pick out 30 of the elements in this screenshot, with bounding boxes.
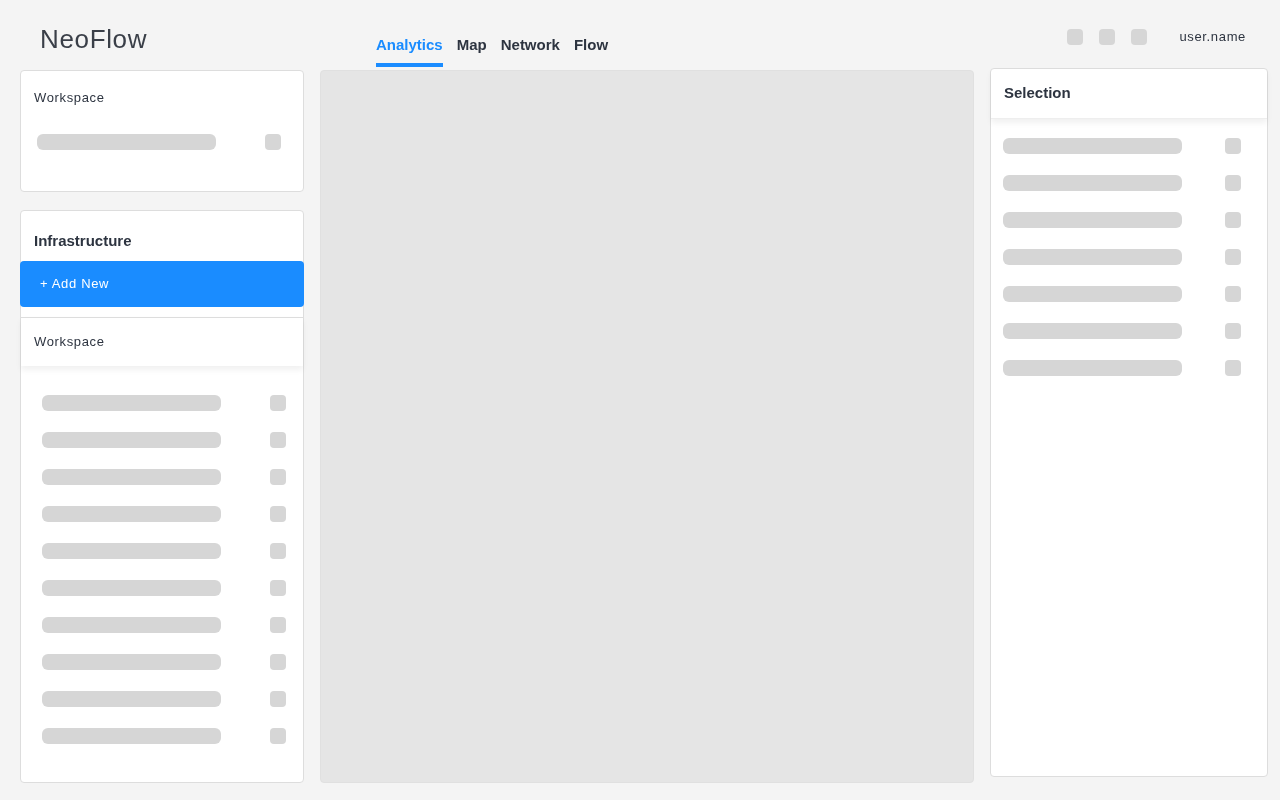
placeholder-square [270, 653, 286, 670]
app-logo: NeoFlow [40, 23, 149, 56]
placeholder-square [270, 468, 286, 485]
nav-tab[interactable]: Flow [573, 34, 609, 67]
placeholder-square [270, 431, 286, 448]
placeholder-square [1225, 249, 1241, 265]
nav-tab[interactable]: Network [500, 34, 560, 67]
card-title: Infrastructure [33, 231, 133, 251]
toolbar-icon[interactable] [1131, 28, 1148, 45]
placeholder-square [1225, 323, 1241, 339]
placeholder-square [1225, 175, 1241, 191]
placeholder-square [1225, 360, 1241, 376]
placeholder-square [270, 690, 286, 707]
toolbar-icon[interactable] [1099, 28, 1116, 45]
placeholder-square [270, 579, 286, 596]
placeholder-square [270, 727, 286, 744]
placeholder-square [265, 133, 281, 150]
placeholder-square [270, 616, 286, 633]
placeholder-square [1225, 138, 1241, 154]
placeholder-square [270, 542, 286, 559]
user-name[interactable]: user.name [1179, 27, 1246, 47]
toolbar-icon[interactable] [1067, 28, 1084, 45]
placeholder-square [1225, 212, 1241, 228]
card-title: Workspace [33, 89, 106, 107]
placeholder-square [270, 505, 286, 522]
panel-title: Selection [1003, 83, 1072, 104]
placeholder-square [270, 394, 286, 411]
nav-tab[interactable]: Map [456, 34, 487, 67]
placeholder-square [1225, 286, 1241, 302]
section-title: Workspace [33, 332, 106, 351]
